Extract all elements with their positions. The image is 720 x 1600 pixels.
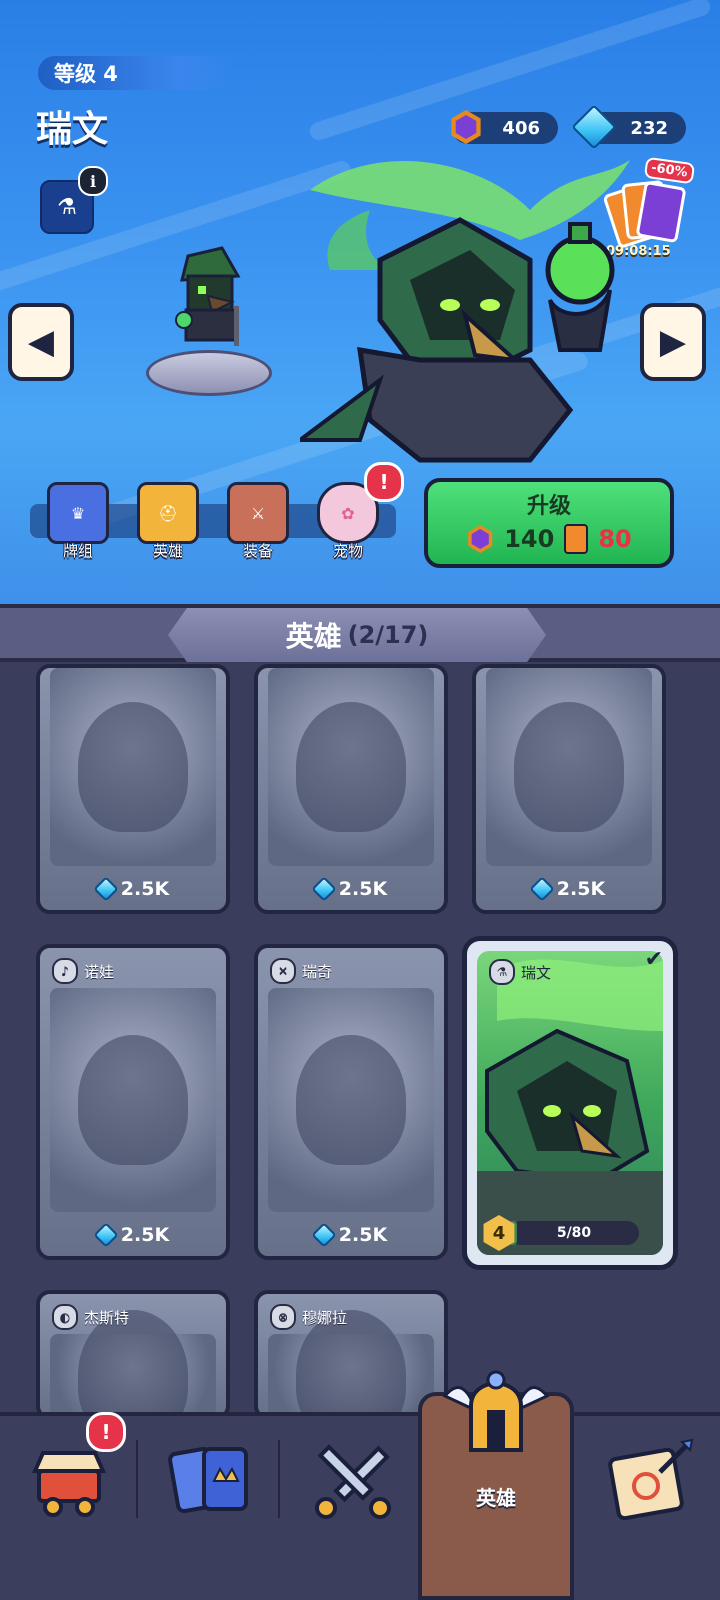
nav-separator <box>136 1440 138 1518</box>
shop-cart-icon <box>31 1451 107 1517</box>
hero-card-ricky[interactable]: ✕ 瑞奇 2.5K <box>254 944 448 1260</box>
upgrade-coin-cost: 140 <box>504 525 555 553</box>
tab-deck[interactable]: ♛ 牌组 <box>38 482 118 562</box>
crossed-swords-icon <box>315 1444 391 1519</box>
upgrade-card-cost: 80 <box>598 525 632 553</box>
pet-alert-badge: ! <box>364 462 404 502</box>
crossed-swords-icon: ✕ <box>270 958 296 984</box>
hero-card-icon <box>564 524 589 554</box>
hero-price: 2.5K <box>40 1222 226 1248</box>
tab-hero-label: 英雄 <box>152 542 183 560</box>
hero-price: 2.5K <box>40 876 226 902</box>
hero-card-name: ⊗ 穆娜拉 <box>270 1304 347 1330</box>
hero-card-name: ◐ 杰斯特 <box>52 1304 129 1330</box>
selected-hero-art <box>477 951 663 1255</box>
previous-hero-arrow-icon[interactable]: ◀ <box>8 303 74 381</box>
upgrade-label: 升级 <box>526 494 571 519</box>
tab-hero[interactable]: ⛑ 英雄 <box>128 482 208 562</box>
hero-card-art <box>50 988 216 1212</box>
equipment-icon: ⚔ <box>227 482 289 544</box>
hero-card-art <box>50 668 216 866</box>
hero-card-name: ♪ 诺娃 <box>52 958 114 984</box>
hero-card-art <box>486 668 652 866</box>
selected-hero-portrait <box>477 959 663 1255</box>
hero-card-munara[interactable]: ⊗ 穆娜拉 <box>254 1290 448 1420</box>
hero-pixel-avatar <box>146 236 272 396</box>
nav-hero-active[interactable]: 英雄 <box>418 1370 574 1600</box>
nav-separator <box>278 1440 280 1518</box>
hero-card-art <box>268 988 434 1212</box>
microphone-icon: ♪ <box>52 958 78 984</box>
tab-equipment[interactable]: ⚔ 装备 <box>218 482 298 562</box>
checkmark-icon: ✔ <box>644 947 663 972</box>
hex-coin-counter[interactable]: 406 <box>451 110 558 144</box>
info-icon[interactable]: i <box>78 166 108 196</box>
hero-card-art <box>50 1310 216 1416</box>
gem-icon <box>529 876 555 902</box>
pedestal <box>146 350 272 396</box>
hex-coin-icon <box>468 525 493 553</box>
cross-circle-icon: ⊗ <box>270 1304 296 1330</box>
upgrade-costs: 140 80 <box>428 524 670 554</box>
upgrade-button[interactable]: 升级 140 80 <box>424 478 674 568</box>
hero-name: 瑞文 <box>36 109 109 150</box>
hex-coin-value: 406 <box>502 117 540 139</box>
tab-equipment-label: 装备 <box>242 542 273 560</box>
gem-icon <box>571 104 617 150</box>
hero-count: (2/17) <box>347 621 429 649</box>
next-hero-arrow-icon[interactable]: ▶ <box>640 303 706 381</box>
gem-icon <box>311 1222 337 1248</box>
hex-coin-icon <box>446 107 486 147</box>
hero-price: 2.5K <box>258 876 444 902</box>
gem-icon <box>93 1222 119 1248</box>
level-badge: 等级 4 <box>38 56 238 90</box>
hero-price: 2.5K <box>258 1222 444 1248</box>
helmet-icon: ⛑ <box>137 482 199 544</box>
hero-card-locked[interactable]: 2.5K <box>36 664 230 914</box>
hero-card-selected[interactable]: ⚗ 瑞文 ✔ 5/80 4 <box>462 936 678 1270</box>
gem-counter[interactable]: 232 <box>571 104 686 150</box>
gem-value: 232 <box>630 117 668 139</box>
hero-card-art <box>268 668 434 866</box>
level-text: 等级 4 <box>54 62 118 86</box>
hero-card-art <box>268 1310 434 1416</box>
calendar-map-icon <box>608 1438 694 1521</box>
hero-card-name: ✕ 瑞奇 <box>270 958 332 984</box>
mask-icon: ◐ <box>52 1304 78 1330</box>
panel-title: 英雄 (2/17) <box>168 608 546 662</box>
hero-portrait-art <box>300 160 630 463</box>
nav-hero-label: 英雄 <box>476 1486 516 1510</box>
gem-icon <box>311 876 337 902</box>
shop-alert-badge: ! <box>86 1412 126 1452</box>
tab-pet-label: 宠物 <box>332 542 363 560</box>
nav-cards[interactable] <box>156 1426 266 1536</box>
gem-icon <box>93 876 119 902</box>
tab-deck-label: 牌组 <box>62 542 93 560</box>
card-progress-text: 5/80 <box>556 1225 592 1241</box>
hero-price: 2.5K <box>476 876 662 902</box>
hero-card-nova[interactable]: ♪ 诺娃 2.5K <box>36 944 230 1260</box>
winged-helmet-icon <box>442 1370 550 1452</box>
pixel-hero-sprite <box>175 246 241 346</box>
hero-card-locked[interactable]: 2.5K <box>254 664 448 914</box>
hero-card-locked[interactable]: 2.5K <box>472 664 666 914</box>
hero-card-jester[interactable]: ◐ 杰斯特 <box>36 1290 230 1420</box>
deck-icon: ♛ <box>47 482 109 544</box>
hero-card-name: ⚗ 瑞文 <box>489 959 551 985</box>
nav-battle[interactable] <box>298 1426 408 1536</box>
card-progress-bar: 5/80 <box>509 1221 639 1245</box>
cards-icon <box>168 1446 248 1514</box>
panel-title-text: 英雄 <box>285 620 342 653</box>
potion-icon: ⚗ <box>489 959 515 985</box>
nav-missions[interactable] <box>594 1426 704 1536</box>
